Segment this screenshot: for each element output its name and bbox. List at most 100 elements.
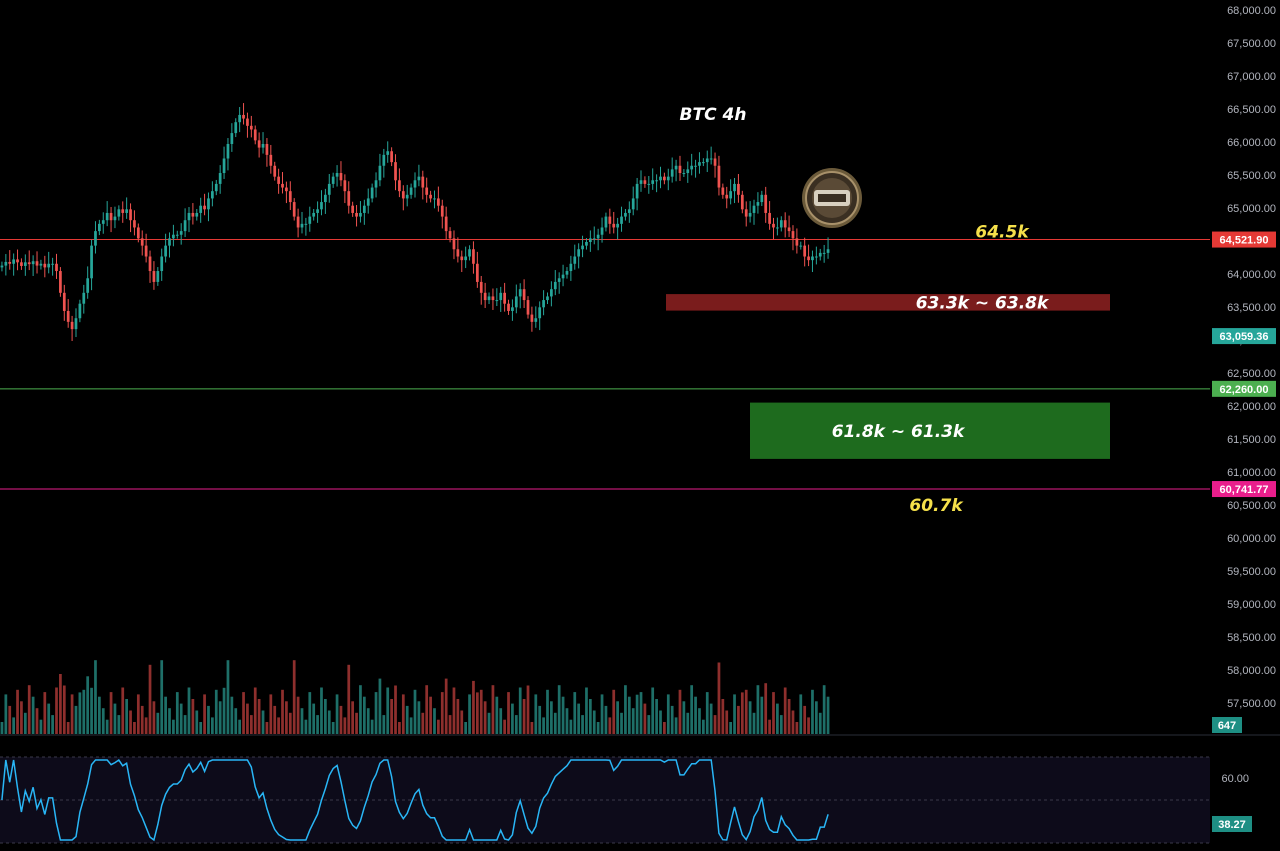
candle-body bbox=[269, 154, 273, 166]
volume-bar bbox=[616, 701, 619, 734]
candle-body bbox=[468, 249, 471, 257]
volume-bar bbox=[468, 694, 471, 734]
candle-body bbox=[768, 212, 771, 224]
volume-bar bbox=[772, 692, 775, 734]
volume-bar bbox=[94, 660, 97, 734]
candle-body bbox=[343, 180, 347, 192]
candle-body bbox=[452, 238, 456, 250]
candle-body bbox=[129, 209, 132, 221]
price-badge-text: 63,059.36 bbox=[1220, 331, 1269, 343]
candle-body bbox=[164, 245, 167, 257]
volume-bar bbox=[791, 710, 795, 734]
candle-body bbox=[398, 180, 401, 192]
candle-body bbox=[47, 263, 51, 268]
candle-body bbox=[495, 300, 499, 302]
price-tick-label: 64,000.00 bbox=[1227, 269, 1276, 281]
volume-bar bbox=[542, 717, 545, 734]
volume-bar bbox=[117, 715, 121, 734]
candle-body bbox=[277, 176, 280, 184]
volume-bar bbox=[148, 664, 152, 734]
volume-bar bbox=[499, 708, 503, 734]
volume-bar bbox=[756, 685, 760, 734]
volume-bar bbox=[82, 689, 86, 734]
candle-body bbox=[66, 310, 70, 322]
volume-bar bbox=[483, 701, 487, 734]
candle-body bbox=[172, 234, 175, 239]
candle-body bbox=[113, 216, 117, 221]
volume-bar bbox=[733, 694, 736, 734]
candle-body bbox=[811, 256, 814, 261]
volume-bar bbox=[752, 712, 756, 734]
volume-bar bbox=[218, 701, 222, 734]
candle-body bbox=[43, 263, 47, 268]
candle-body bbox=[721, 187, 725, 195]
volume-bar bbox=[359, 685, 362, 734]
candle-body bbox=[362, 205, 366, 213]
candle-body bbox=[4, 261, 8, 266]
candle-body bbox=[191, 212, 195, 217]
volume-bar bbox=[187, 687, 191, 734]
candle-body bbox=[62, 292, 66, 311]
volume-bar bbox=[31, 696, 35, 734]
volume-bar bbox=[331, 722, 335, 734]
price-tick-label: 58,500.00 bbox=[1227, 632, 1276, 644]
candle-body bbox=[553, 281, 557, 290]
price-tick-label: 62,500.00 bbox=[1227, 368, 1276, 380]
volume-bar bbox=[129, 710, 132, 734]
volume-bar bbox=[405, 705, 409, 734]
volume-bar bbox=[292, 660, 296, 734]
volume-bar bbox=[553, 712, 557, 734]
candle-body bbox=[627, 209, 631, 213]
candle-body bbox=[347, 191, 351, 206]
candle-body bbox=[230, 133, 234, 144]
candle-body bbox=[787, 227, 791, 232]
candle-body bbox=[557, 278, 561, 282]
volume-bar bbox=[674, 717, 678, 734]
candle-body bbox=[386, 151, 390, 155]
candle-body bbox=[592, 238, 596, 240]
candle-body bbox=[421, 176, 425, 188]
candle-body bbox=[585, 241, 588, 246]
volume-bar bbox=[343, 717, 347, 734]
candle-body bbox=[109, 212, 113, 221]
volume-bar bbox=[401, 694, 405, 734]
price-tick-label: 65,000.00 bbox=[1227, 203, 1276, 215]
candle-body bbox=[292, 202, 296, 217]
volume-bar bbox=[4, 694, 8, 734]
price-badge-text: 64,521.90 bbox=[1220, 235, 1269, 247]
volume-bar bbox=[179, 703, 183, 734]
volume-bar bbox=[783, 687, 787, 734]
candle-body bbox=[183, 220, 187, 232]
candle-body bbox=[285, 187, 288, 192]
volume-bar bbox=[51, 715, 54, 734]
volume-bar bbox=[374, 692, 378, 734]
volume-bar bbox=[78, 692, 82, 734]
candle-body bbox=[779, 220, 783, 228]
volume-bar bbox=[409, 717, 413, 734]
volume-bar bbox=[86, 676, 90, 734]
candle-body bbox=[814, 256, 818, 258]
candle-body bbox=[518, 289, 522, 297]
price-tick-label: 61,500.00 bbox=[1227, 434, 1276, 446]
volume-bar bbox=[277, 717, 280, 734]
volume-bar bbox=[320, 687, 323, 734]
volume-bar bbox=[355, 712, 358, 734]
btc-4h-chart[interactable]: 68,000.00 67,500.00 67,000.00 66,500.00 66,0… bbox=[0, 0, 1280, 851]
volume-bar bbox=[62, 685, 66, 734]
volume-bar bbox=[592, 710, 596, 734]
candle-body bbox=[257, 140, 261, 148]
candle-body bbox=[694, 165, 697, 167]
volume-bar bbox=[113, 703, 117, 734]
price-tick-label: 66,000.00 bbox=[1227, 137, 1276, 149]
candle-body bbox=[101, 220, 105, 224]
volume-bar bbox=[417, 701, 421, 734]
volume-bar bbox=[23, 712, 27, 734]
level-label: 60.7k bbox=[909, 496, 964, 516]
volume-bar bbox=[826, 696, 830, 734]
volume-bar bbox=[487, 712, 491, 734]
candle-body bbox=[581, 245, 584, 250]
volume-bar bbox=[327, 710, 331, 734]
candle-body bbox=[678, 165, 682, 174]
volume-bar bbox=[66, 722, 70, 734]
candle-body bbox=[448, 231, 452, 239]
